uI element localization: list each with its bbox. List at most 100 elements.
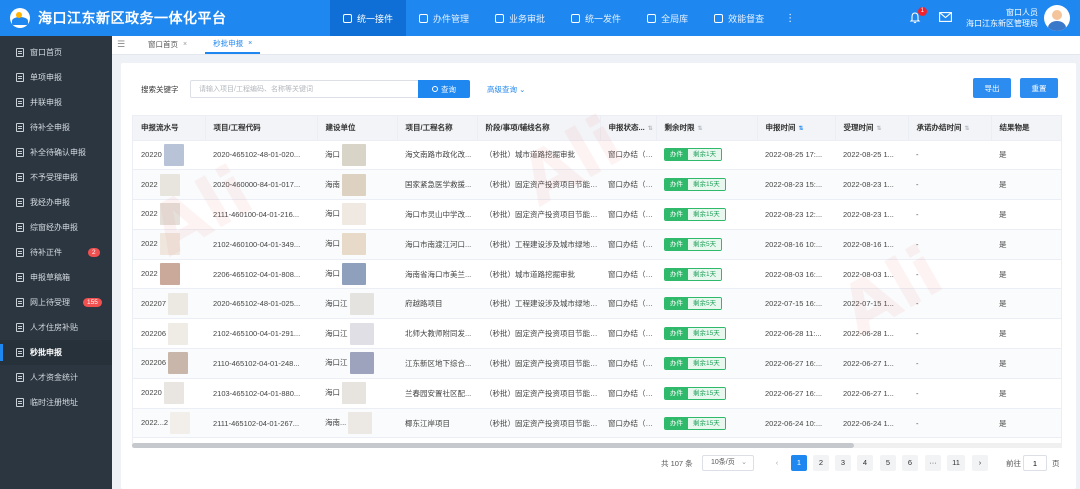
user-info[interactable]: 窗口人员 海口江东新区管理局 [966, 7, 1038, 29]
sort-icon[interactable]: ⇅ [965, 126, 970, 132]
cell-name[interactable]: 海口市灵山中学改... [397, 199, 477, 230]
table-row[interactable]: 20220 2103-465102-04-01-880... 海口 兰春园安置社区配.… [133, 378, 1061, 409]
table-row[interactable]: 2022 2102-460100-04-01-349... 海口 海口市南渡江河口..… [133, 229, 1061, 260]
cell-name[interactable]: 海南省海口市美兰... [397, 259, 477, 290]
page-button[interactable]: 4 [857, 455, 873, 471]
cell-name[interactable]: 北师大教师附同发... [397, 318, 477, 350]
table-row[interactable]: 202206 2110-465102-04-01-248... 海口江 江东新区地下综… [133, 348, 1061, 379]
cell-code[interactable]: 2102-460100-04-01-349... [205, 229, 317, 260]
sort-icon[interactable]: ⇅ [698, 126, 703, 132]
sort-icon[interactable]: ⇅ [648, 126, 653, 132]
avatar[interactable] [1044, 5, 1070, 31]
sidebar-item-parallel-apply[interactable]: 并联申报 [0, 90, 112, 115]
cell-name[interactable]: 兰春园安置社区配... [397, 378, 477, 409]
sidebar-item-my-handled[interactable]: 我经办申报 [0, 190, 112, 215]
sidebar-item-instant-approval[interactable]: 秒批申报 [0, 340, 112, 365]
cell-name[interactable]: 海口市南渡江河口... [397, 229, 477, 260]
col-accept-time[interactable]: 受理时间 ⇅ [835, 116, 909, 141]
page-button[interactable]: 6 [902, 455, 918, 471]
table-row[interactable]: 20220 2020-465102-48-01-020... 海口 海文南路市政化改.… [133, 140, 1061, 171]
sidebar-item-single-apply[interactable]: 单项申报 [0, 65, 112, 90]
cell-name[interactable]: 国家紧急医学救援... [397, 169, 477, 201]
search-button[interactable]: 查询 [418, 80, 470, 98]
tab-window-home[interactable]: 窗口首页 × [140, 35, 195, 54]
advanced-search-link[interactable]: 高级查询 ⌄ [487, 84, 525, 95]
close-icon[interactable]: × [183, 41, 187, 48]
mail-icon[interactable] [939, 12, 952, 24]
col-remain[interactable]: 剩余时限 ⇅ [656, 116, 758, 141]
sidebar-item-complete-confirm[interactable]: 补全待确认申报 [0, 140, 112, 165]
cell-code[interactable]: 2020-465102-48-01-025... [205, 288, 317, 320]
sort-icon[interactable]: ⇅ [877, 126, 882, 132]
table-row[interactable]: 202207 2020-465102-48-01-025... 海口江 府越路项目 （秒… [133, 288, 1061, 320]
sidebar-item-talent-funds[interactable]: 人才资金统计 [0, 365, 112, 390]
col-unit: 建设单位 [317, 116, 398, 141]
goto-page-input[interactable] [1023, 455, 1047, 471]
cell-code[interactable]: 2020-465102-48-01-020... [205, 140, 317, 171]
col-apply-time[interactable]: 申报时间 ⇅ [757, 116, 836, 141]
cell-promise: - [908, 140, 991, 171]
table-row[interactable]: 202206 2102-465100-04-01-291... 海口江 北师大教师附同… [133, 318, 1061, 350]
page-button[interactable]: 3 [835, 455, 851, 471]
sidebar-item-window-handled[interactable]: 综窗经办申报 [0, 215, 112, 240]
sidebar-item-pending-complete[interactable]: 待补全申报 [0, 115, 112, 140]
user-name: 窗口人员 [1006, 8, 1038, 17]
cell-code[interactable]: 2111-460100-04-01-216... [205, 199, 317, 230]
reset-button[interactable]: 重置 [1020, 78, 1058, 98]
cell-code[interactable]: 2020-460000-84-01-017... [205, 169, 317, 201]
sidebar-item-online-pending[interactable]: 网上待受理 155 [0, 290, 112, 315]
page-button[interactable]: 2 [813, 455, 829, 471]
remaining-time-badge: 办件 剩余1天 [664, 148, 723, 162]
sidebar-item-pending-correction[interactable]: 待补正件 2 [0, 240, 112, 265]
cell-remain: 办件 剩余15天 [656, 378, 757, 409]
table-row[interactable]: 2022 2020-460000-84-01-017... 海南 国家紧急医学救援..… [133, 169, 1061, 201]
nav-item-unified-dispatch[interactable]: 统一发件 [558, 0, 634, 36]
cell-name[interactable]: 椰东江岸项目 [397, 408, 477, 439]
search-input[interactable] [190, 80, 422, 98]
page-button[interactable]: 5 [880, 455, 896, 471]
cell-code[interactable]: 2111-465102-04-01-267... [205, 408, 317, 439]
remaining-time-badge: 办件 剩余15天 [664, 416, 726, 430]
more-pages-button[interactable]: ··· [925, 455, 941, 471]
nav-item-performance[interactable]: 效能督查 [701, 0, 777, 36]
sidebar-item-rejected[interactable]: 不予受理申报 [0, 165, 112, 190]
page-button[interactable]: 11 [947, 455, 965, 471]
nav-item-global-library[interactable]: 全局库 [634, 0, 701, 36]
cell-code[interactable]: 2102-465100-04-01-291... [205, 318, 317, 350]
sidebar-item-window-home[interactable]: 窗口首页 [0, 40, 112, 65]
horizontal-scrollbar[interactable] [132, 443, 1062, 448]
sidebar-item-drafts[interactable]: 申报草稿箱 [0, 265, 112, 290]
nav-more-icon[interactable]: ⋮ [777, 0, 803, 36]
cell-unit: 海口 [317, 378, 397, 409]
sidebar-item-temp-address[interactable]: 临时注册地址 [0, 390, 112, 415]
table-row[interactable]: 2022...2 2111-465102-04-01-267... 海南... 椰东江… [133, 408, 1061, 439]
serial-text: 2022...2 [141, 418, 169, 428]
cell-name[interactable]: 府越路项目 [397, 288, 477, 320]
close-icon[interactable]: × [248, 40, 252, 47]
cell-name[interactable]: 江东新区地下综合... [397, 348, 477, 379]
bell-icon[interactable]: 1 [909, 7, 927, 24]
table-row[interactable]: 2022 2206-465102-04-01-808... 海口 海南省海口市美兰..… [133, 259, 1061, 290]
cell-name[interactable]: 海文南路市政化改... [397, 140, 477, 171]
cell-code[interactable]: 2103-465102-04-01-880... [205, 378, 317, 409]
sidebar-item-housing-subsidy[interactable]: 人才住房补贴 [0, 315, 112, 340]
export-button[interactable]: 导出 [973, 78, 1011, 98]
col-status[interactable]: 申报状态... ⇅ [600, 116, 657, 141]
nav-item-approval[interactable]: 业务审批 [482, 0, 558, 36]
next-page-icon[interactable]: › [972, 455, 988, 471]
col-serial: 申报流水号 [133, 116, 206, 141]
nav-item-unified-intake[interactable]: 统一接件 [330, 0, 407, 36]
col-promise-time[interactable]: 承诺办结时间 ⇅ [908, 116, 992, 141]
page-button[interactable]: 1 [791, 455, 807, 471]
redaction-blur [342, 263, 366, 286]
scrollbar-thumb[interactable] [132, 443, 854, 448]
page-size-select[interactable]: 10条/页 ⌄ [702, 455, 754, 471]
cell-code[interactable]: 2110-465102-04-01-248... [205, 348, 317, 379]
menu-toggle-icon[interactable]: ☰ [112, 35, 130, 54]
table-row[interactable]: 2022 2111-460100-04-01-216... 海口 海口市灵山中学改..… [133, 199, 1061, 230]
cell-code[interactable]: 2206-465102-04-01-808... [205, 259, 317, 290]
nav-item-case-management[interactable]: 办件管理 [406, 0, 482, 36]
sort-icon[interactable]: ⇅ [799, 126, 804, 132]
prev-page-icon[interactable]: ‹ [769, 455, 785, 471]
tab-instant-approval[interactable]: 秒批申报 × [205, 35, 261, 54]
